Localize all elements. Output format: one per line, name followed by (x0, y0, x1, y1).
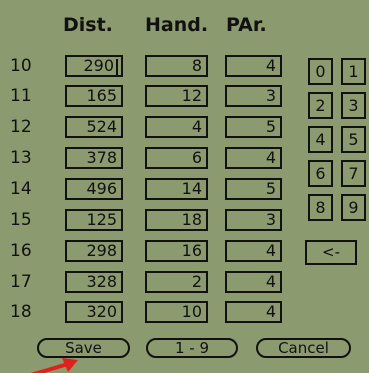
cancel-button[interactable]: Cancel (256, 338, 351, 358)
hole-number-label: 13 (10, 148, 32, 168)
par-field[interactable]: 3 (225, 85, 282, 107)
column-header-par: PAr. (226, 14, 267, 36)
par-field[interactable]: 4 (225, 147, 282, 169)
backspace-button[interactable]: <- (305, 240, 357, 265)
distance-field[interactable]: 298 (65, 240, 123, 262)
hole-number-label: 10 (10, 56, 32, 76)
scorecard-edit-screen: Dist. Hand. PAr. 10 290 8 4 11 165 12 3 … (0, 0, 369, 373)
distance-field[interactable]: 165 (65, 85, 123, 107)
hole-number-label: 14 (10, 179, 32, 199)
handicap-field[interactable]: 8 (145, 55, 208, 77)
column-header-handicap: Hand. (145, 14, 209, 36)
distance-field[interactable]: 290 (65, 55, 123, 77)
par-field[interactable]: 4 (225, 240, 282, 262)
column-header-distance: Dist. (63, 14, 113, 36)
keypad-key-9[interactable]: 9 (341, 194, 366, 221)
hole-number-label: 17 (10, 272, 32, 292)
handicap-field[interactable]: 12 (145, 85, 208, 107)
front-nine-button[interactable]: 1 - 9 (146, 338, 238, 358)
keypad-key-8[interactable]: 8 (308, 194, 333, 221)
par-field[interactable]: 3 (225, 209, 282, 231)
distance-field[interactable]: 328 (65, 271, 123, 293)
text-cursor (116, 59, 118, 75)
distance-field[interactable]: 125 (65, 209, 123, 231)
keypad-key-3[interactable]: 3 (341, 92, 366, 119)
par-field[interactable]: 4 (225, 271, 282, 293)
save-button[interactable]: Save (37, 338, 130, 358)
distance-value: 290 (83, 56, 114, 75)
handicap-field[interactable]: 14 (145, 178, 208, 200)
hole-number-label: 16 (10, 241, 32, 261)
distance-field[interactable]: 320 (65, 301, 123, 323)
keypad-key-2[interactable]: 2 (308, 92, 333, 119)
hole-number-label: 15 (10, 210, 32, 230)
keypad-key-5[interactable]: 5 (341, 126, 366, 153)
red-arrow-icon (30, 358, 78, 373)
par-field[interactable]: 4 (225, 301, 282, 323)
keypad-key-6[interactable]: 6 (308, 160, 333, 187)
distance-field[interactable]: 378 (65, 147, 123, 169)
handicap-field[interactable]: 2 (145, 271, 208, 293)
keypad-key-0[interactable]: 0 (308, 58, 333, 85)
handicap-field[interactable]: 16 (145, 240, 208, 262)
keypad-key-4[interactable]: 4 (308, 126, 333, 153)
handicap-field[interactable]: 4 (145, 116, 208, 138)
handicap-field[interactable]: 6 (145, 147, 208, 169)
par-field[interactable]: 4 (225, 55, 282, 77)
par-field[interactable]: 5 (225, 178, 282, 200)
keypad-key-7[interactable]: 7 (341, 160, 366, 187)
handicap-field[interactable]: 18 (145, 209, 208, 231)
hole-number-label: 11 (10, 86, 32, 106)
distance-field[interactable]: 496 (65, 178, 123, 200)
distance-field[interactable]: 524 (65, 116, 123, 138)
handicap-field[interactable]: 10 (145, 301, 208, 323)
hole-number-label: 12 (10, 117, 32, 137)
hole-number-label: 18 (10, 302, 32, 322)
keypad-key-1[interactable]: 1 (341, 58, 366, 85)
par-field[interactable]: 5 (225, 116, 282, 138)
